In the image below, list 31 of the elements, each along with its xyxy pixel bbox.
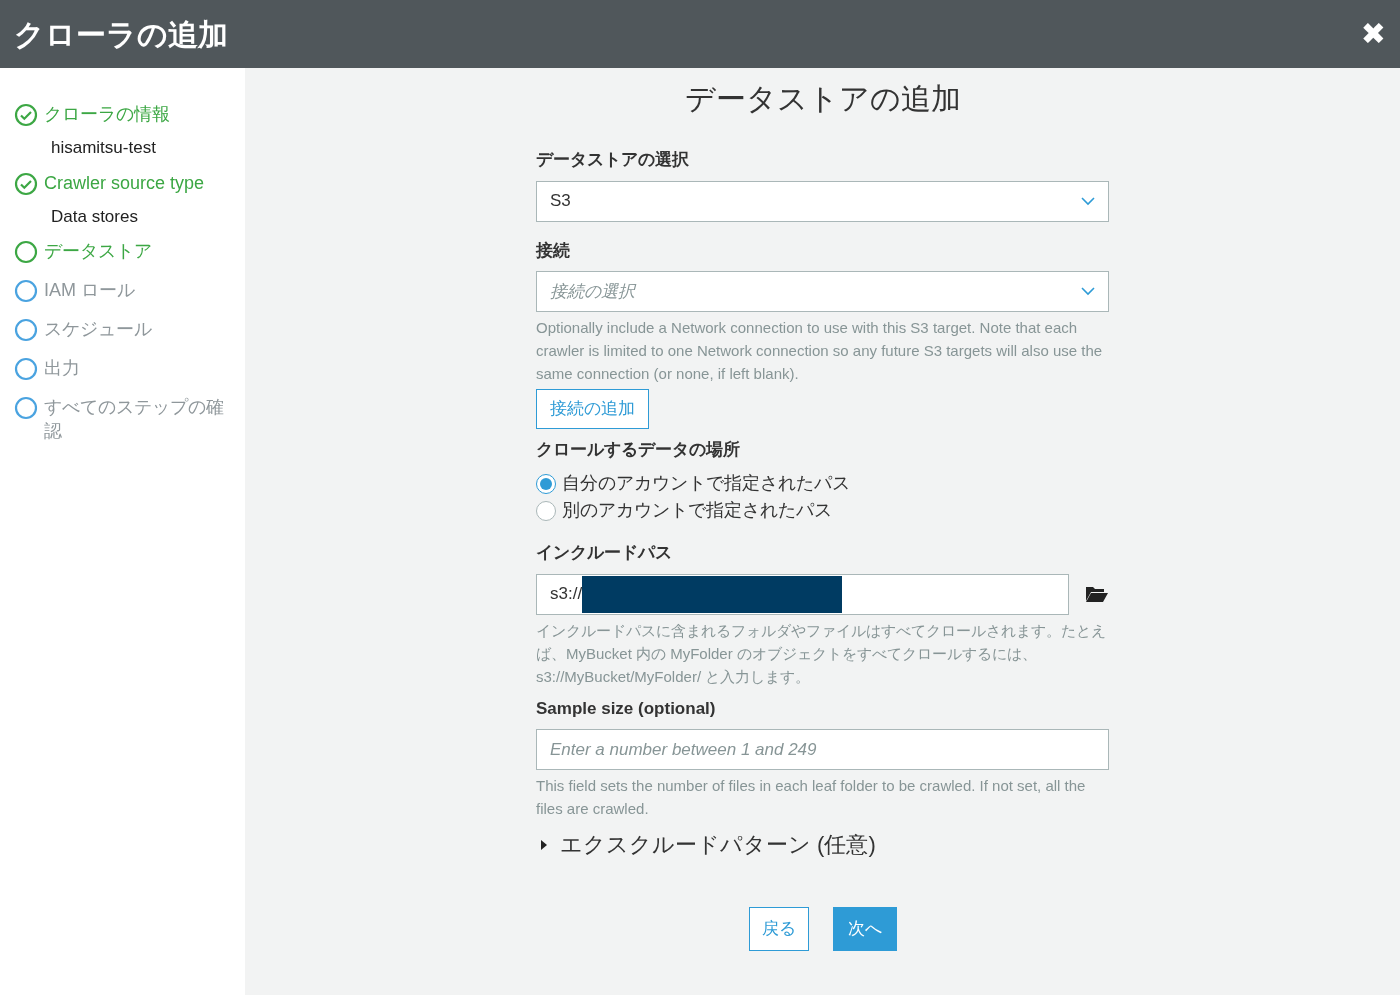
radio-button[interactable] [536, 500, 556, 521]
step-label[interactable]: データストア [44, 239, 152, 263]
next-button[interactable]: 次へ [832, 907, 897, 951]
path-field[interactable]: s3:// [536, 573, 1069, 615]
help-text: Optionally include a Network connection to use with this S3 target. Note that each crawler is limited to one Network connection so any future S3 targets will also use the same connection (or none, if left blank). [536, 318, 1104, 384]
field-label: インクルードパス [536, 542, 673, 564]
number-field[interactable]: Enter a number between 1 and 249 [536, 729, 1109, 770]
add-connection-button[interactable]: 接続の追加 [536, 389, 649, 429]
chevron-down-icon [1081, 287, 1095, 296]
back-button[interactable]: 戻る [748, 907, 809, 951]
window-title: クローラの追加 [14, 16, 228, 53]
field-label: Sample size (optional) [536, 697, 717, 720]
select-field[interactable]: S3 [536, 180, 1109, 222]
radio-label[interactable]: 自分のアカウントで指定されたパス [562, 470, 850, 497]
field-label: クロールするデータの場所 [536, 438, 741, 461]
field-label: データストアの選択 [536, 149, 690, 171]
form-heading: データストアの追加 [683, 81, 962, 117]
radio-button[interactable] [536, 473, 556, 494]
help-text: This field sets the number of files in each leaf folder to be crawled. If not set, all the files are crawled. [536, 776, 1087, 819]
step-detail: Data stores [51, 205, 139, 228]
chevron-down-icon [1081, 196, 1095, 206]
step-label[interactable]: Crawler source type [44, 170, 205, 195]
radio-label[interactable]: 別のアカウントで指定されたパス [562, 497, 832, 524]
step-label[interactable]: クローラの情報 [44, 102, 170, 126]
exclude-pattern-toggle[interactable]: エクスクルードパターン (任意) [540, 828, 876, 861]
folder-icon[interactable] [1085, 585, 1109, 603]
field-label: 接続 [536, 239, 571, 262]
close-button[interactable]: ✖ [1360, 19, 1386, 49]
help-text: インクルードパスに含まれるフォルダやファイルはすべてクロールされます。たとえば、MyBucket 内の MyFolder のオブジェクトをすべてクロールするには、s3://MyBucket/MyFolder/ と入力します。 [536, 620, 1107, 687]
select-field[interactable]: 接続の選択 [536, 271, 1109, 312]
step-detail: hisamitsu-test [51, 137, 157, 159]
